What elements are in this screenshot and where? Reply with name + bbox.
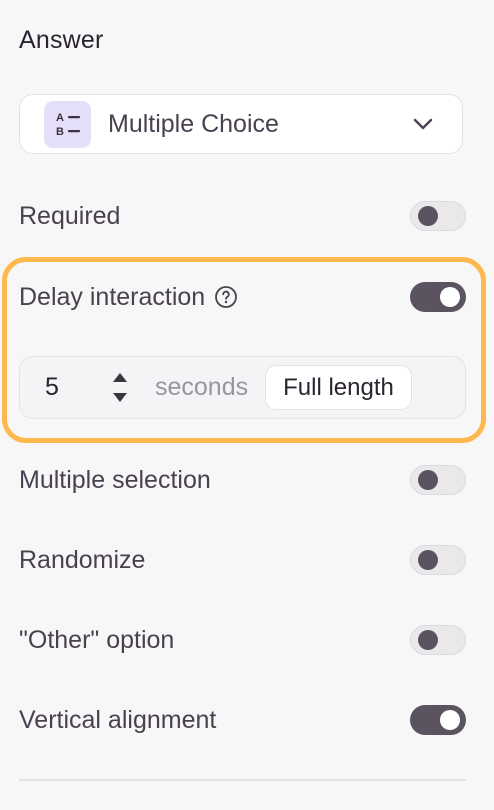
toggle-knob: [440, 710, 460, 730]
ab-list-icon: A B: [44, 100, 91, 148]
delay-interaction-label: Delay interaction: [19, 282, 206, 311]
setting-randomize: Randomize: [19, 543, 466, 577]
setting-delay-interaction: Delay interaction: [19, 280, 466, 314]
toggle-knob: [418, 630, 438, 650]
vertical-alignment-label: Vertical alignment: [19, 705, 217, 734]
toggle-knob: [418, 206, 438, 226]
section-title: Answer: [19, 26, 104, 54]
toggle-knob: [418, 550, 438, 570]
divider: [19, 779, 466, 781]
setting-vertical-alignment: Vertical alignment: [19, 703, 466, 737]
randomize-label: Randomize: [19, 545, 146, 574]
setting-required: Required: [19, 199, 466, 233]
delay-interaction-toggle[interactable]: [410, 282, 466, 312]
full-length-button[interactable]: Full length: [265, 365, 412, 410]
increment-icon[interactable]: [109, 369, 131, 387]
setting-other-option: "Other" option: [19, 623, 466, 657]
chevron-down-icon: [412, 113, 434, 135]
delay-duration-control: 5 seconds Full length: [19, 356, 466, 419]
toggle-knob: [440, 287, 460, 307]
delay-stepper: [109, 369, 131, 407]
answer-type-dropdown[interactable]: A B Multiple Choice: [19, 94, 463, 154]
svg-text:B: B: [56, 126, 64, 138]
required-toggle[interactable]: [410, 201, 466, 231]
multiple-selection-toggle[interactable]: [410, 465, 466, 495]
delay-interaction-label-wrap: Delay interaction: [19, 283, 238, 312]
toggle-knob: [418, 470, 438, 490]
delay-seconds-input[interactable]: 5: [45, 373, 107, 402]
randomize-toggle[interactable]: [410, 545, 466, 575]
other-option-label: "Other" option: [19, 625, 175, 654]
multiple-selection-label: Multiple selection: [19, 465, 211, 494]
vertical-alignment-toggle[interactable]: [410, 705, 466, 735]
setting-multiple-selection: Multiple selection: [19, 463, 466, 497]
decrement-icon[interactable]: [109, 389, 131, 407]
other-option-toggle[interactable]: [410, 625, 466, 655]
answer-type-label: Multiple Choice: [108, 109, 279, 138]
help-icon[interactable]: [214, 285, 238, 309]
svg-text:A: A: [56, 112, 64, 124]
required-label: Required: [19, 201, 121, 230]
delay-unit-label: seconds: [155, 373, 249, 401]
